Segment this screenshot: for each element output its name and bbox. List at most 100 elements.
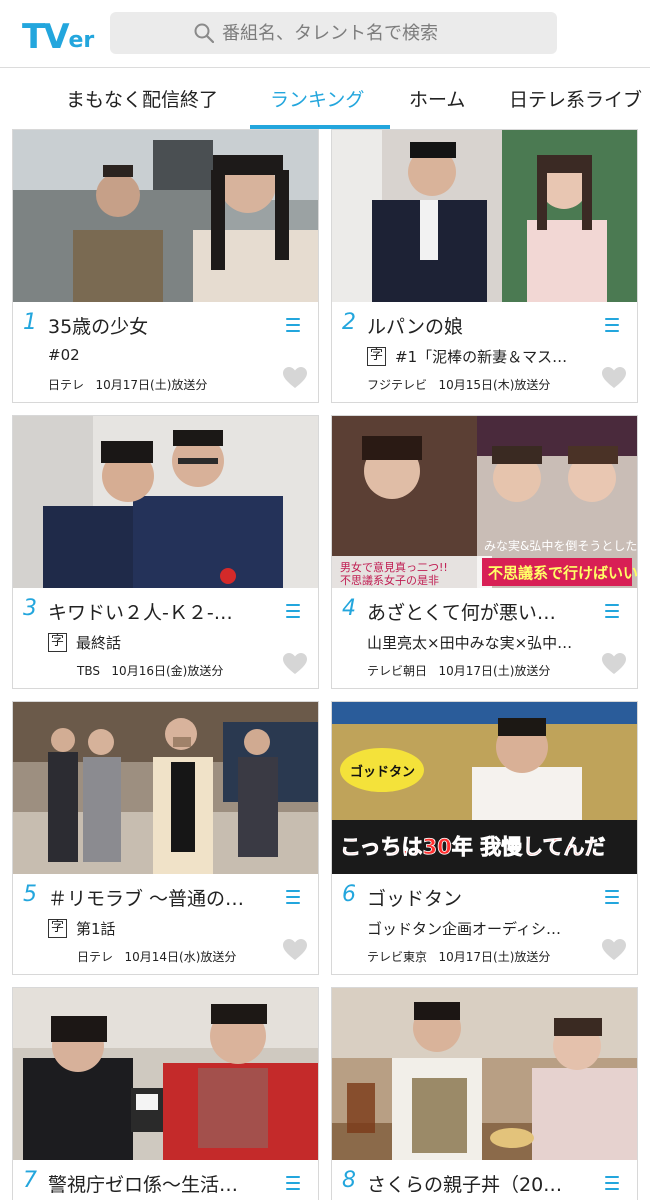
- program-card[interactable]: 3 キワドい２人-Ｋ２-… 字最終話 TBS 10月16日(金)放送分: [12, 415, 319, 689]
- channel-name: フジテレビ: [367, 378, 428, 392]
- heart-icon[interactable]: [282, 652, 308, 676]
- thumb-logo: ゴッドタン: [350, 764, 415, 780]
- air-date: 10月15日(木)放送分: [438, 378, 551, 392]
- broadcast-info: TBS 10月16日(金)放送分: [77, 662, 223, 679]
- channel-name: TBS: [77, 664, 100, 678]
- card-body: 4 あざとくて何が悪い… 山里亮太×田中みな実×弘中… テレビ朝日 10月17日…: [332, 588, 637, 688]
- search-bar[interactable]: [110, 12, 557, 54]
- program-card[interactable]: 男女で意見真っ二つ!! 不思議系女子の是非 不思議系で行けばいい みな実&弘中を…: [331, 415, 638, 689]
- heart-icon[interactable]: [282, 366, 308, 390]
- menu-icon[interactable]: [605, 1176, 619, 1192]
- card-body: 2 ルパンの娘 字 #1「泥棒の新妻＆マス… フジテレビ 10月15日(木)放送分: [332, 302, 637, 402]
- menu-icon[interactable]: [286, 890, 300, 906]
- subtitle-cc-icon: 字: [48, 919, 67, 938]
- channel-name: テレビ朝日: [367, 664, 428, 678]
- heart-icon[interactable]: [601, 652, 627, 676]
- thumb-caption-line1: 男女で意見真っ二つ!!: [340, 560, 448, 574]
- program-thumbnail[interactable]: [13, 130, 318, 302]
- category-tabs: まもなく配信終了 ランキング ホーム 日テレ系ライブ: [0, 69, 650, 129]
- episode-subtitle: #02: [48, 346, 80, 364]
- program-card[interactable]: 1 35歳の少女 #02 日テレ 10月17日(土)放送分: [12, 129, 319, 403]
- program-title[interactable]: 警視庁ゼロ係～生活…: [48, 1170, 238, 1197]
- menu-icon[interactable]: [605, 890, 619, 906]
- channel-name: 日テレ: [77, 950, 114, 964]
- rank-number: 2: [342, 310, 356, 335]
- episode-subtitle: 字第1話: [48, 918, 116, 939]
- search-icon: [194, 23, 214, 43]
- rank-number: 6: [342, 882, 356, 907]
- program-thumbnail[interactable]: [332, 130, 637, 302]
- episode-subtitle: 字最終話: [48, 632, 121, 653]
- episode-text: #02: [48, 346, 80, 364]
- broadcast-info: 日テレ 10月17日(土)放送分: [48, 376, 207, 393]
- program-title[interactable]: ＃リモラブ ～普通の…: [48, 884, 244, 911]
- rank-number: 4: [342, 596, 356, 621]
- channel-name: テレビ東京: [367, 950, 428, 964]
- tver-logo[interactable]: TV er: [22, 14, 94, 54]
- program-title[interactable]: 35歳の少女: [48, 312, 148, 339]
- card-body: 8 さくらの親子丼（20…: [332, 1160, 637, 1200]
- program-title[interactable]: ルパンの娘: [367, 312, 463, 339]
- program-thumbnail[interactable]: [332, 988, 637, 1160]
- rank-number: 3: [23, 596, 37, 621]
- card-body: 5 ＃リモラブ ～普通の… 字第1話 日テレ 10月14日(水)放送分: [13, 874, 318, 974]
- program-title[interactable]: ゴッドタン: [367, 884, 462, 911]
- program-thumbnail[interactable]: [13, 702, 318, 874]
- air-date: 10月14日(水)放送分: [124, 950, 237, 964]
- program-title[interactable]: あざとくて何が悪い…: [367, 598, 556, 625]
- tab-ntv-live[interactable]: 日テレ系ライブ: [509, 85, 642, 112]
- program-card[interactable]: 7 警視庁ゼロ係～生活…: [12, 987, 319, 1200]
- air-date: 10月16日(金)放送分: [111, 664, 224, 678]
- search-input[interactable]: [222, 22, 552, 44]
- menu-icon[interactable]: [605, 604, 619, 620]
- program-title[interactable]: さくらの親子丼（20…: [367, 1170, 562, 1197]
- program-thumbnail[interactable]: [13, 416, 318, 588]
- program-thumbnail[interactable]: ゴッドタン こっちは30年 我慢してんだ: [332, 702, 637, 874]
- app-header: TV er: [0, 0, 650, 68]
- episode-subtitle: 字 #1「泥棒の新妻＆マス…: [367, 346, 567, 367]
- episode-text: #1「泥棒の新妻＆マス…: [395, 348, 568, 366]
- menu-icon[interactable]: [605, 318, 619, 334]
- air-date: 10月17日(土)放送分: [438, 950, 551, 964]
- program-title[interactable]: キワドい２人-Ｋ２-…: [48, 598, 233, 625]
- logo-er: er: [68, 28, 95, 53]
- heart-icon[interactable]: [282, 938, 308, 962]
- episode-subtitle: 山里亮太×田中みな実×弘中…: [367, 632, 572, 653]
- subtitle-cc-icon: 字: [367, 347, 386, 366]
- program-card[interactable]: 2 ルパンの娘 字 #1「泥棒の新妻＆マス… フジテレビ 10月15日(木)放送分: [331, 129, 638, 403]
- card-body: 3 キワドい２人-Ｋ２-… 字最終話 TBS 10月16日(金)放送分: [13, 588, 318, 688]
- episode-subtitle: ゴッドタン企画オーディシ…: [367, 918, 561, 939]
- card-body: 7 警視庁ゼロ係～生活…: [13, 1160, 318, 1200]
- heart-icon[interactable]: [601, 938, 627, 962]
- episode-text: 山里亮太×田中みな実×弘中…: [367, 634, 573, 652]
- card-body: 1 35歳の少女 #02 日テレ 10月17日(土)放送分: [13, 302, 318, 402]
- program-card[interactable]: 5 ＃リモラブ ～普通の… 字第1話 日テレ 10月14日(水)放送分: [12, 701, 319, 975]
- program-thumbnail[interactable]: [13, 988, 318, 1160]
- tab-home[interactable]: ホーム: [409, 85, 465, 112]
- thumb-banner: 不思議系で行けばいい: [488, 564, 637, 582]
- broadcast-info: フジテレビ 10月15日(木)放送分: [367, 376, 550, 393]
- menu-icon[interactable]: [286, 318, 300, 334]
- broadcast-info: 日テレ 10月14日(水)放送分: [77, 948, 236, 965]
- air-date: 10月17日(土)放送分: [95, 378, 208, 392]
- heart-icon[interactable]: [601, 366, 627, 390]
- subtitle-cc-icon: 字: [48, 633, 67, 652]
- rank-number: 8: [342, 1168, 356, 1193]
- menu-icon[interactable]: [286, 604, 300, 620]
- thumb-caption-line2: 不思議系女子の是非: [340, 573, 439, 587]
- broadcast-info: テレビ東京 10月17日(土)放送分: [367, 948, 550, 965]
- program-thumbnail[interactable]: 男女で意見真っ二つ!! 不思議系女子の是非 不思議系で行けばいい みな実&弘中を…: [332, 416, 637, 588]
- program-card[interactable]: 8 さくらの親子丼（20…: [331, 987, 638, 1200]
- card-body: 6 ゴッドタン ゴッドタン企画オーディシ… テレビ東京 10月17日(土)放送分: [332, 874, 637, 974]
- tab-ending-soon[interactable]: まもなく配信終了: [66, 85, 218, 112]
- tab-ranking[interactable]: ランキング: [270, 85, 364, 112]
- program-card[interactable]: ゴッドタン こっちは30年 我慢してんだ 6 ゴッドタン ゴッドタン企画オーディ…: [331, 701, 638, 975]
- menu-icon[interactable]: [286, 1176, 300, 1192]
- rank-number: 5: [23, 882, 37, 907]
- logo-tv: TV: [22, 17, 69, 57]
- episode-text: ゴッドタン企画オーディシ…: [367, 920, 561, 938]
- episode-text: 最終話: [76, 634, 122, 652]
- air-date: 10月17日(土)放送分: [438, 664, 551, 678]
- thumb-overlay: みな実&弘中を倒そうとしたら: [484, 538, 637, 553]
- rank-number: 7: [23, 1168, 37, 1193]
